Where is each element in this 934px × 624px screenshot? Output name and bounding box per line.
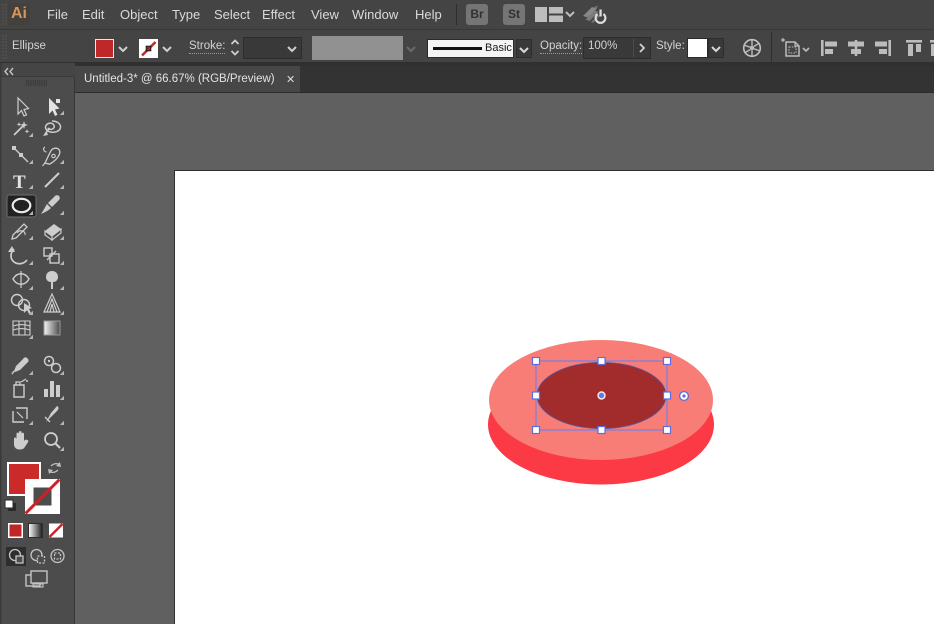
svg-text:T: T [13, 172, 26, 193]
